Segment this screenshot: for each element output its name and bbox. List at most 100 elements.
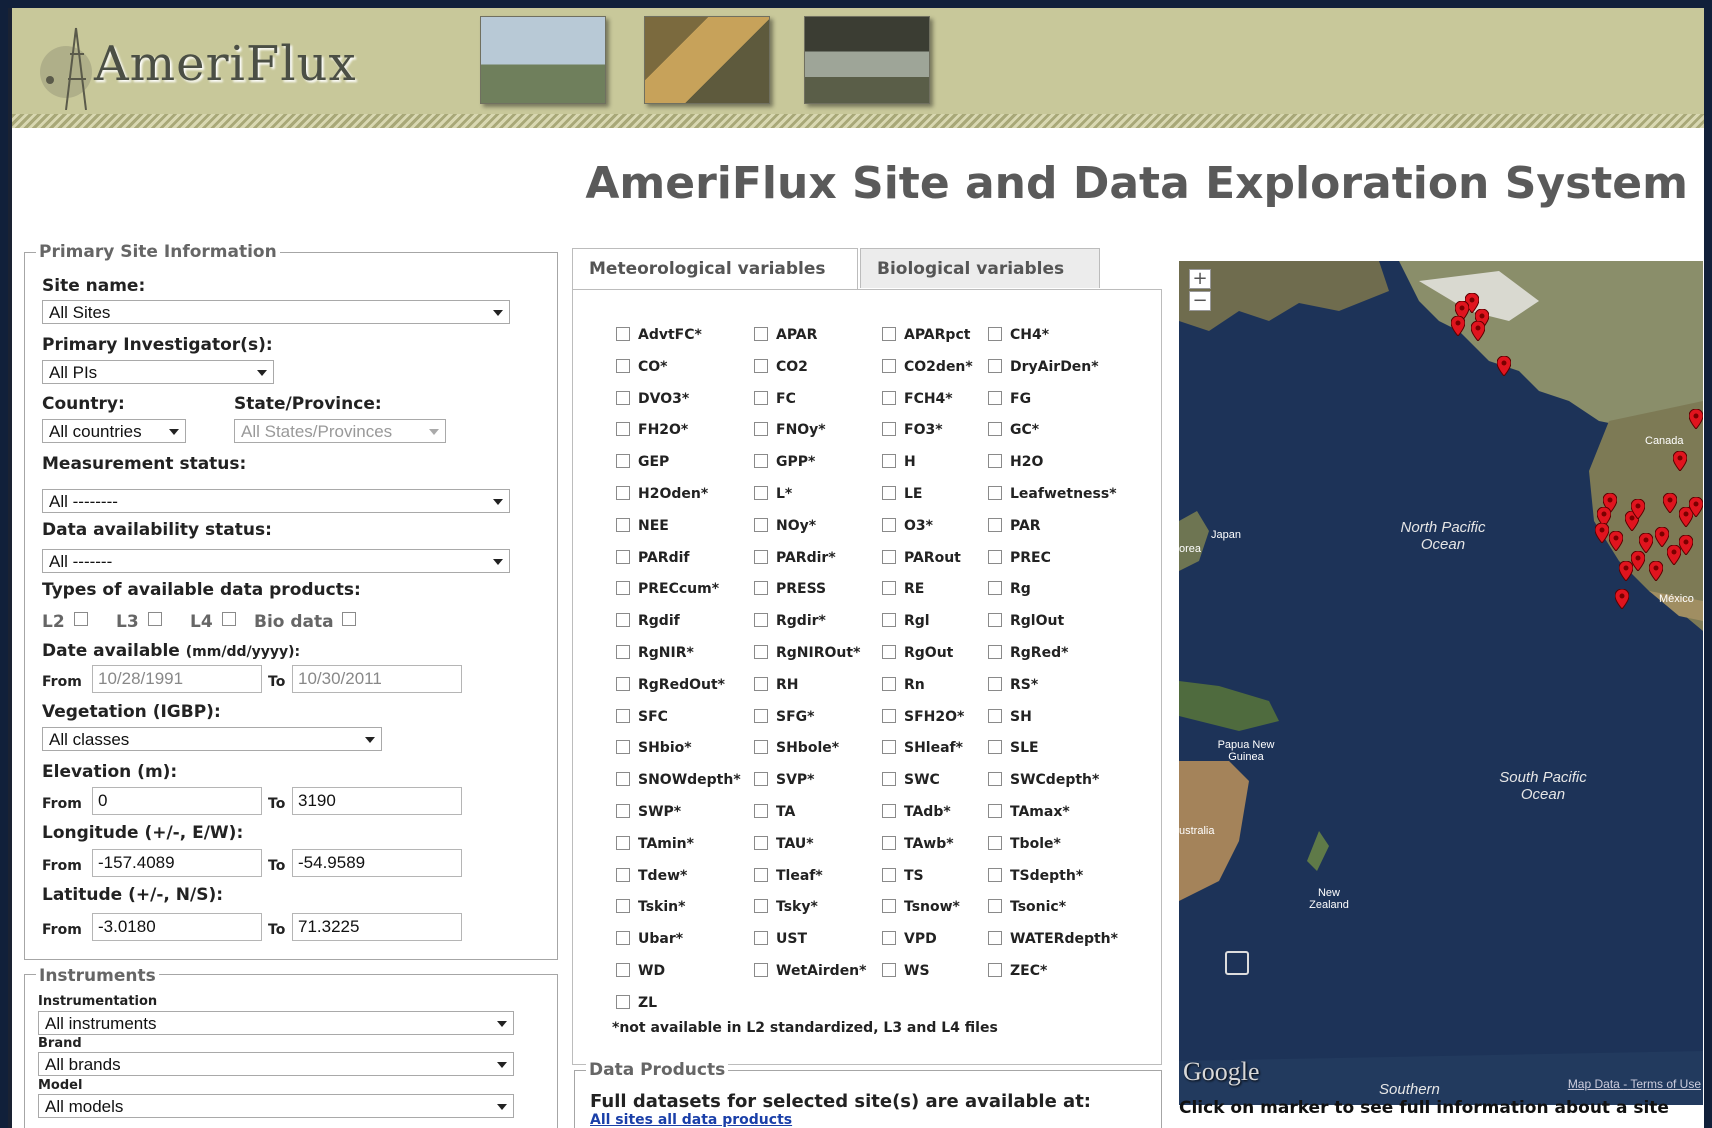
variable-checkbox[interactable] — [616, 454, 630, 468]
variable-checkbox[interactable] — [754, 391, 768, 405]
variable-checkbox[interactable] — [988, 772, 1002, 786]
variable-checkbox[interactable] — [754, 931, 768, 945]
variable-checkbox[interactable] — [988, 709, 1002, 723]
site-marker-icon[interactable] — [1497, 356, 1511, 376]
tab-meteorological[interactable]: Meteorological variables — [572, 248, 858, 290]
variable-checkbox[interactable] — [754, 868, 768, 882]
variable-checkbox[interactable] — [882, 931, 896, 945]
variable-checkbox[interactable] — [616, 899, 630, 913]
variable-checkbox[interactable] — [616, 677, 630, 691]
site-marker-icon[interactable] — [1471, 321, 1485, 341]
variable-checkbox[interactable] — [988, 581, 1002, 595]
site-marker-icon[interactable] — [1595, 523, 1609, 543]
variable-checkbox[interactable] — [882, 868, 896, 882]
site-marker-icon[interactable] — [1451, 316, 1465, 336]
variable-checkbox[interactable] — [754, 740, 768, 754]
site-marker-icon[interactable] — [1631, 551, 1645, 571]
site-map[interactable]: + − North Pacific Ocean South Pacific Oc… — [1179, 261, 1703, 1105]
variable-checkbox[interactable] — [754, 772, 768, 786]
site-marker-icon[interactable] — [1663, 493, 1677, 513]
type-bio-checkbox[interactable] — [342, 612, 356, 626]
variable-checkbox[interactable] — [988, 613, 1002, 627]
variable-checkbox[interactable] — [988, 963, 1002, 977]
variable-checkbox[interactable] — [754, 327, 768, 341]
variable-checkbox[interactable] — [616, 391, 630, 405]
elevation-to-input[interactable]: 3190 — [292, 787, 462, 815]
variable-checkbox[interactable] — [616, 868, 630, 882]
site-marker-icon[interactable] — [1639, 533, 1653, 553]
latitude-to-input[interactable]: 71.3225 — [292, 913, 462, 941]
state-select[interactable]: All States/Provinces — [234, 419, 446, 443]
brand-select[interactable]: All brands — [38, 1052, 514, 1076]
availability-status-select[interactable]: All ------- — [42, 549, 510, 573]
latitude-from-input[interactable]: -3.0180 — [92, 913, 262, 941]
terms-link[interactable]: Terms of Use — [1630, 1077, 1701, 1091]
model-select[interactable]: All models — [38, 1094, 514, 1118]
streetview-icon[interactable] — [1225, 951, 1249, 975]
vegetation-select[interactable]: All classes — [42, 727, 382, 751]
site-marker-icon[interactable] — [1689, 409, 1703, 429]
date-to-input[interactable]: 10/30/2011 — [292, 665, 462, 693]
variable-checkbox[interactable] — [616, 518, 630, 532]
variable-checkbox[interactable] — [988, 327, 1002, 341]
variable-checkbox[interactable] — [988, 868, 1002, 882]
variable-checkbox[interactable] — [754, 454, 768, 468]
zoom-out-button[interactable]: − — [1189, 291, 1211, 311]
variable-checkbox[interactable] — [754, 422, 768, 436]
variable-checkbox[interactable] — [754, 518, 768, 532]
ameriflux-logo[interactable]: AmeriFlux — [22, 18, 392, 110]
variable-checkbox[interactable] — [754, 486, 768, 500]
country-select[interactable]: All countries — [42, 419, 186, 443]
variable-checkbox[interactable] — [882, 709, 896, 723]
longitude-to-input[interactable]: -54.9589 — [292, 849, 462, 877]
variable-checkbox[interactable] — [882, 645, 896, 659]
variable-checkbox[interactable] — [754, 581, 768, 595]
all-data-products-link[interactable]: All sites all data products — [590, 1112, 792, 1128]
variable-checkbox[interactable] — [616, 804, 630, 818]
variable-checkbox[interactable] — [616, 645, 630, 659]
variable-checkbox[interactable] — [882, 327, 896, 341]
variable-checkbox[interactable] — [988, 422, 1002, 436]
variable-checkbox[interactable] — [882, 772, 896, 786]
variable-checkbox[interactable] — [754, 645, 768, 659]
variable-checkbox[interactable] — [988, 391, 1002, 405]
variable-checkbox[interactable] — [882, 486, 896, 500]
site-marker-icon[interactable] — [1689, 497, 1703, 517]
variable-checkbox[interactable] — [882, 677, 896, 691]
variable-checkbox[interactable] — [616, 995, 630, 1009]
variable-checkbox[interactable] — [616, 486, 630, 500]
variable-checkbox[interactable] — [988, 677, 1002, 691]
site-marker-icon[interactable] — [1619, 561, 1633, 581]
variable-checkbox[interactable] — [882, 963, 896, 977]
measurement-status-select[interactable]: All -------- — [42, 489, 510, 513]
variable-checkbox[interactable] — [616, 836, 630, 850]
type-l4-checkbox[interactable] — [222, 612, 236, 626]
variable-checkbox[interactable] — [988, 899, 1002, 913]
instrumentation-select[interactable]: All instruments — [38, 1011, 514, 1035]
site-marker-icon[interactable] — [1649, 561, 1663, 581]
variable-checkbox[interactable] — [616, 931, 630, 945]
variable-checkbox[interactable] — [988, 645, 1002, 659]
variable-checkbox[interactable] — [754, 899, 768, 913]
variable-checkbox[interactable] — [988, 740, 1002, 754]
variable-checkbox[interactable] — [616, 963, 630, 977]
date-from-input[interactable]: 10/28/1991 — [92, 665, 262, 693]
variable-checkbox[interactable] — [988, 836, 1002, 850]
site-marker-icon[interactable] — [1609, 531, 1623, 551]
elevation-from-input[interactable]: 0 — [92, 787, 262, 815]
variable-checkbox[interactable] — [882, 613, 896, 627]
variable-checkbox[interactable] — [616, 550, 630, 564]
variable-checkbox[interactable] — [882, 454, 896, 468]
variable-checkbox[interactable] — [882, 740, 896, 754]
variable-checkbox[interactable] — [616, 327, 630, 341]
pi-select[interactable]: All PIs — [42, 360, 274, 384]
variable-checkbox[interactable] — [988, 518, 1002, 532]
variable-checkbox[interactable] — [754, 963, 768, 977]
zoom-in-button[interactable]: + — [1189, 269, 1211, 289]
variable-checkbox[interactable] — [754, 804, 768, 818]
longitude-from-input[interactable]: -157.4089 — [92, 849, 262, 877]
variable-checkbox[interactable] — [988, 359, 1002, 373]
variable-checkbox[interactable] — [754, 359, 768, 373]
variable-checkbox[interactable] — [754, 613, 768, 627]
variable-checkbox[interactable] — [616, 613, 630, 627]
